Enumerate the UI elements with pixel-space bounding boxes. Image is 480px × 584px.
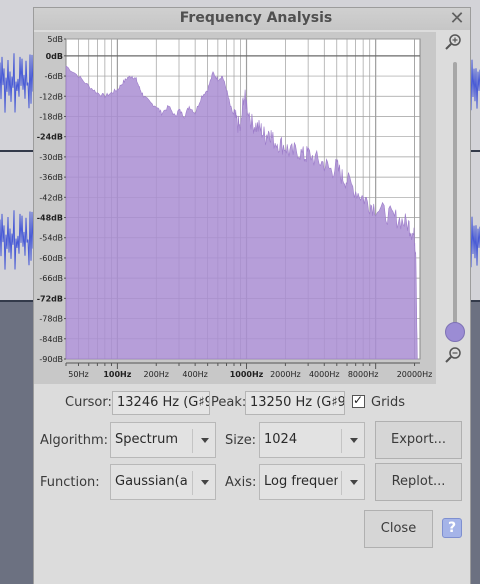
spectrum-plot[interactable]: 5dB 0dB -6dB -12dB -18dB -24dB -30dB -36dB -42dB… — [34, 32, 436, 384]
hz-tick-label: 100Hz — [103, 370, 131, 379]
hz-tick-label: 8000Hz — [348, 370, 379, 379]
db-tick-label: -60dB — [39, 254, 63, 263]
axis-value: Log frequency — [264, 474, 338, 489]
hz-tick-label: 50Hz — [68, 370, 88, 379]
close-button[interactable]: Close — [364, 510, 433, 548]
hz-tick-label: 2000Hz — [270, 370, 301, 379]
hz-tick-label: 200Hz — [144, 370, 169, 379]
db-tick-label: -42dB — [39, 193, 63, 202]
axis-select[interactable]: Log frequency — [259, 464, 365, 500]
plot-panel: 5dB 0dB -6dB -12dB -18dB -24dB -30dB -36dB -42dB… — [34, 32, 436, 384]
waveform-left-2 — [0, 210, 36, 270]
db-tick-label: -78dB — [39, 315, 63, 324]
db-tick-label: -36dB — [39, 173, 63, 182]
hz-tick-label: 4000Hz — [309, 370, 340, 379]
replot-button[interactable]: Replot... — [375, 463, 462, 501]
function-value: Gaussian(a=4 — [115, 474, 189, 489]
export-button[interactable]: Export... — [375, 421, 462, 459]
db-tick-label: -30dB — [39, 153, 63, 162]
db-tick-label: -54dB — [39, 234, 63, 243]
db-tick-label: 0dB — [46, 52, 63, 61]
chevron-down-icon — [350, 480, 358, 485]
size-select[interactable]: 1024 — [259, 422, 365, 458]
grids-checkbox[interactable]: ✓ — [352, 393, 365, 408]
chevron-down-icon — [201, 480, 209, 485]
algorithm-label: Algorithm: — [40, 433, 109, 448]
peak-label: Peak: — [211, 395, 247, 410]
function-select[interactable]: Gaussian(a=4 — [110, 464, 216, 500]
algorithm-value: Spectrum — [115, 432, 178, 447]
cursor-label: Cursor: — [65, 395, 112, 410]
hz-tick-label: 400Hz — [182, 370, 207, 379]
db-tick-label: -18dB — [39, 112, 63, 121]
zoom-slider-track[interactable] — [453, 62, 457, 330]
db-tick-label: -6dB — [44, 72, 63, 81]
chevron-down-icon — [201, 438, 209, 443]
zoom-in-icon[interactable] — [445, 33, 463, 51]
size-value: 1024 — [264, 432, 298, 447]
db-tick-label: -12dB — [39, 92, 63, 101]
db-tick-label: 5dB — [47, 35, 63, 44]
grids-label: Grids — [371, 395, 406, 410]
db-tick-label: -84dB — [39, 335, 63, 344]
checkmark-icon: ✓ — [353, 393, 364, 407]
axis-label: Axis: — [225, 475, 257, 490]
hz-tick-label: 1000Hz — [230, 370, 264, 379]
size-label: Size: — [225, 433, 257, 448]
peak-value-field[interactable]: 13250 Hz (G♯9) — [245, 391, 345, 415]
close-icon[interactable]: ✕ — [448, 10, 466, 28]
function-label: Function: — [40, 475, 100, 490]
cursor-value-field[interactable]: 13246 Hz (G♯9) — [112, 391, 210, 415]
hz-tick-label: 20000Hz — [397, 370, 433, 379]
waveform-left-1 — [0, 53, 36, 113]
help-icon[interactable]: ? — [442, 518, 462, 538]
zoom-out-icon[interactable] — [445, 346, 463, 364]
db-tick-label: -24dB — [37, 133, 63, 142]
frequency-analysis-dialog: Frequency Analysis ✕ 5dB 0dB -6dB -12dB -18d… — [34, 8, 470, 584]
db-tick-label: -66dB — [39, 274, 63, 283]
db-tick-label: -48dB — [37, 214, 63, 223]
db-tick-label: -90dB — [39, 355, 63, 364]
chevron-down-icon — [350, 438, 358, 443]
dialog-title: Frequency Analysis — [179, 10, 333, 26]
zoom-slider-thumb[interactable] — [445, 322, 465, 342]
title-bar[interactable]: Frequency Analysis ✕ — [34, 8, 470, 30]
algorithm-select[interactable]: Spectrum — [110, 422, 216, 458]
db-tick-label: -72dB — [37, 294, 63, 303]
